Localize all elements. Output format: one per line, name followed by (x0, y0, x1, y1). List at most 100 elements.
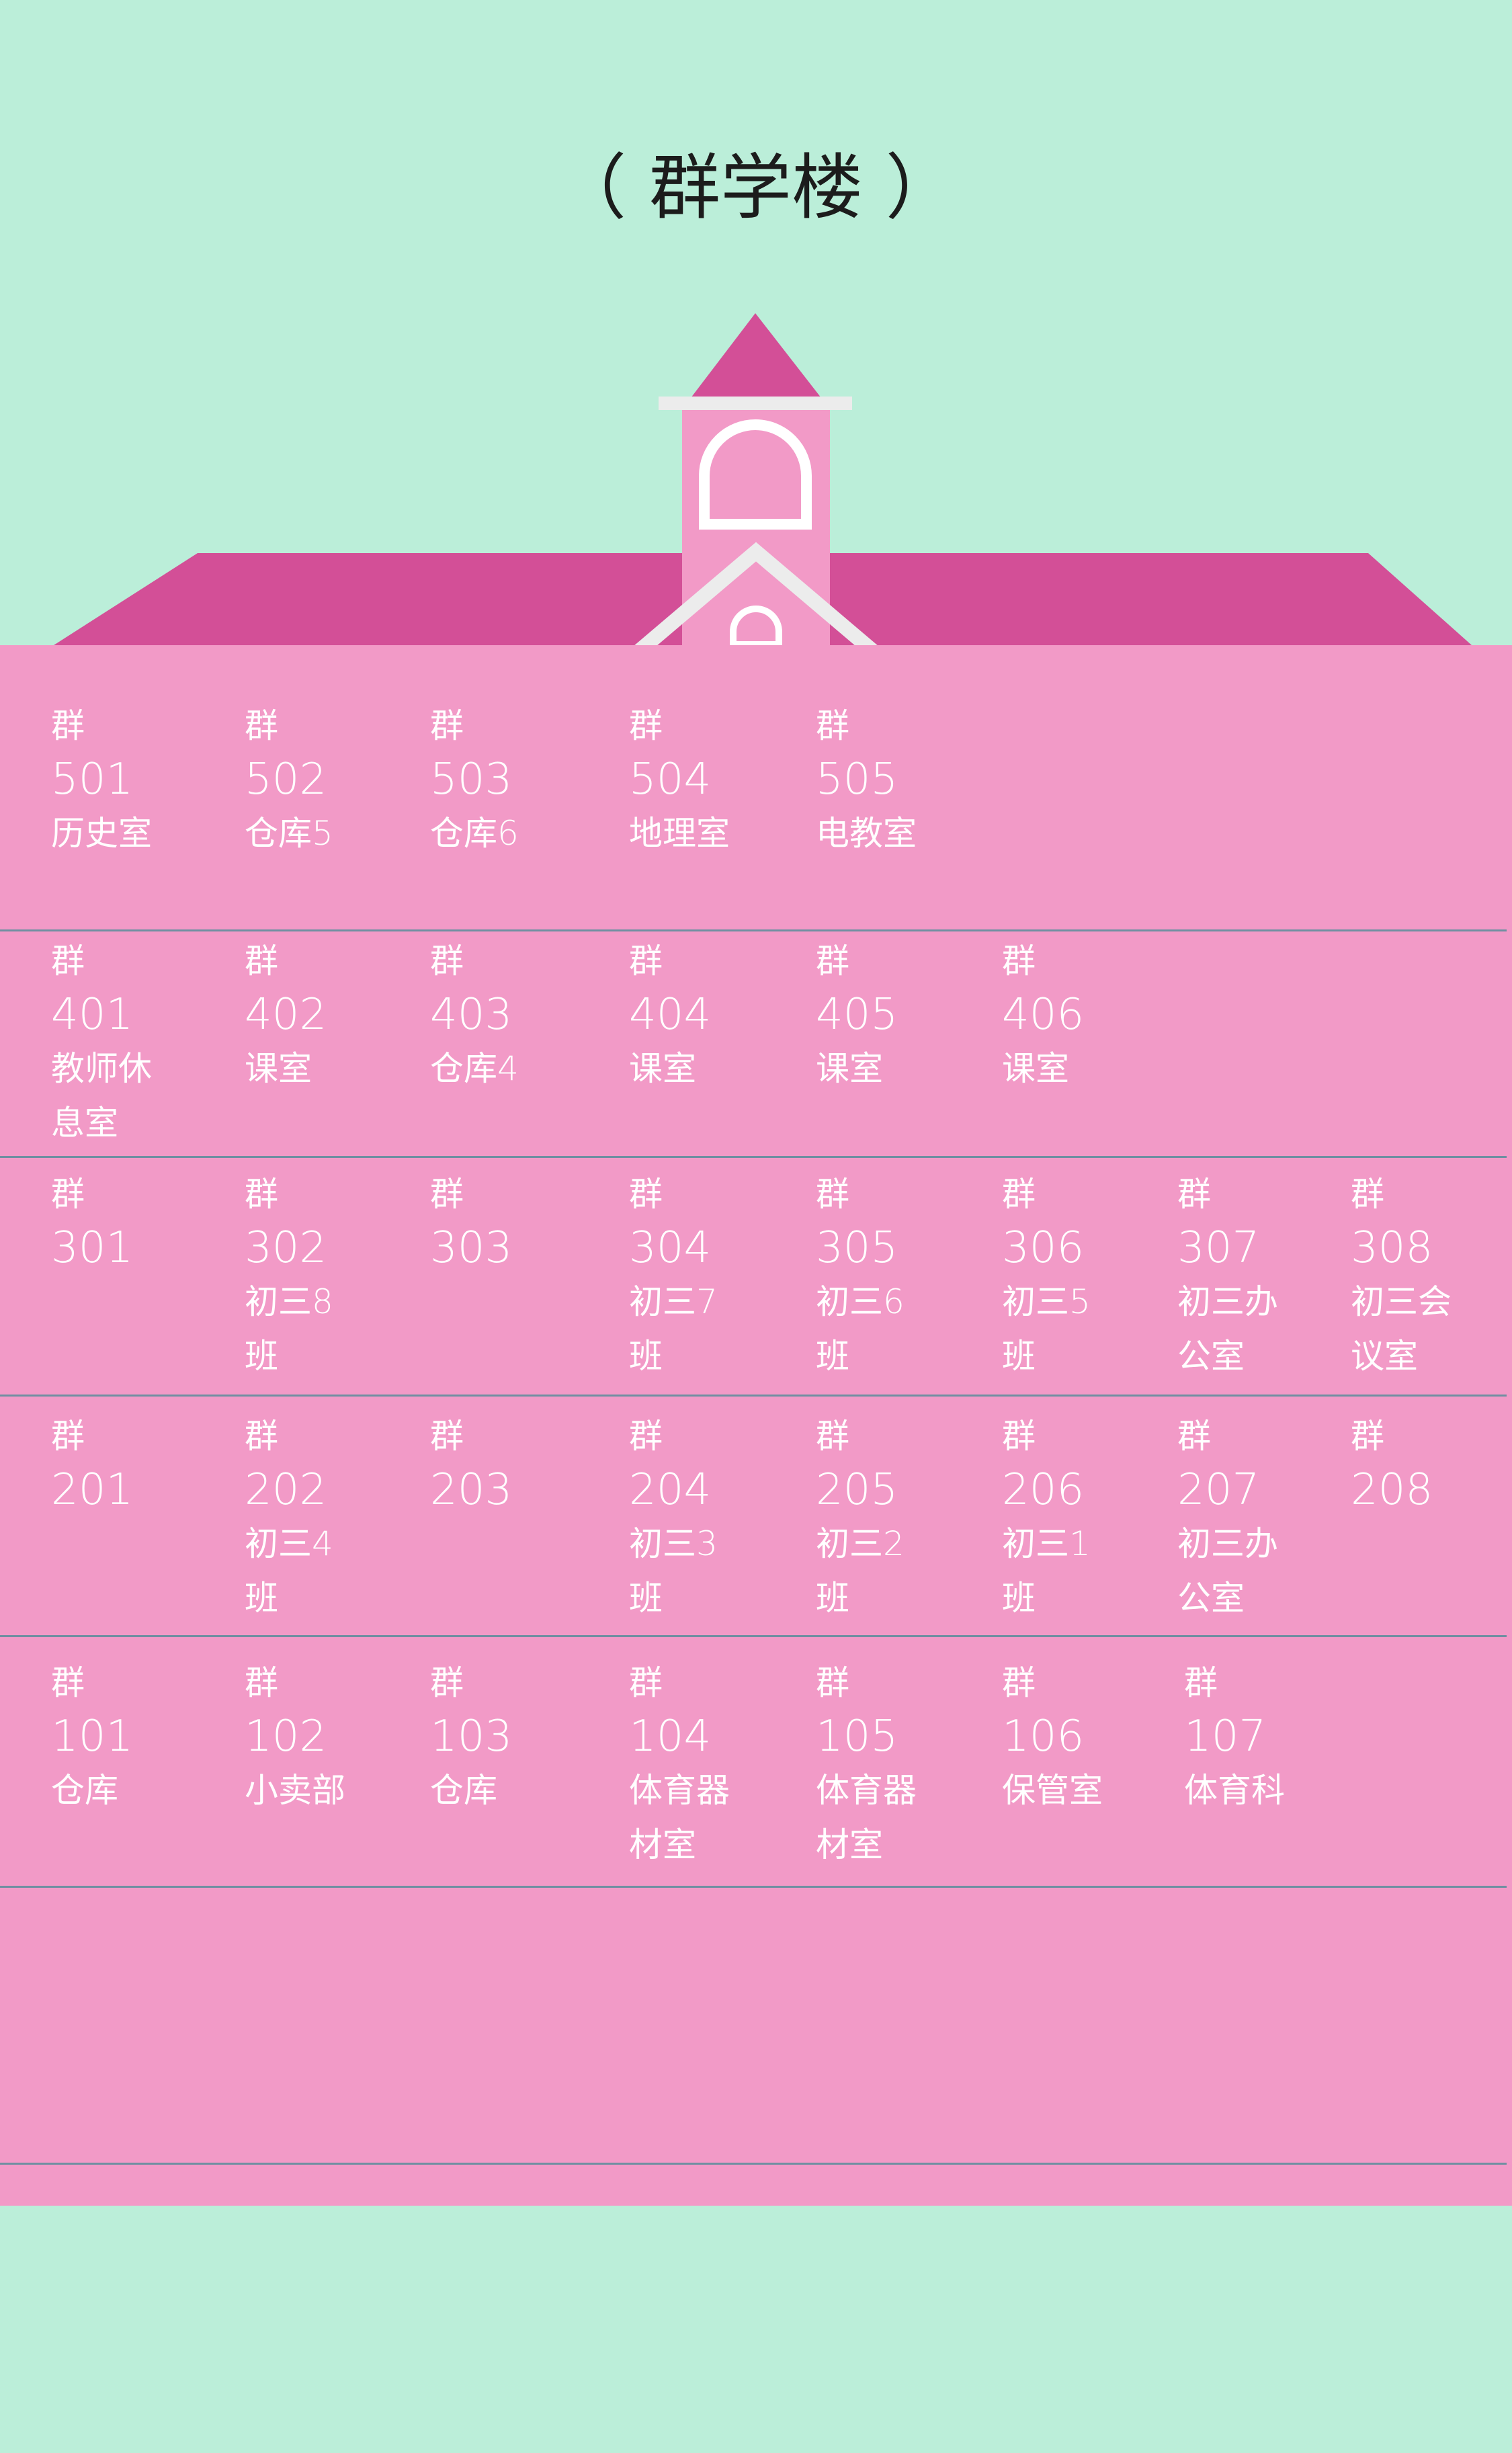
room-number: 105 (816, 1712, 898, 1761)
room-number: 202 (245, 1465, 327, 1515)
room-number: 405 (816, 990, 898, 1040)
room-number: 203 (430, 1465, 513, 1515)
room-building-prefix: 群 (1184, 1663, 1218, 1702)
room-103: 群 103 仓库 (430, 1656, 512, 1818)
room-purpose: 初三7 班 (629, 1282, 718, 1376)
tower-spire (691, 313, 821, 398)
floor-divider (0, 1395, 1507, 1397)
room-number: 306 (1002, 1223, 1085, 1273)
room-building-prefix: 群 (245, 942, 278, 981)
room-201: 群 201 (51, 1409, 133, 1517)
room-number: 504 (629, 755, 712, 804)
room-purpose: 仓库 (430, 1771, 497, 1810)
room-number: 107 (1184, 1712, 1267, 1761)
room-number: 505 (816, 755, 898, 804)
room-building-prefix: 群 (430, 942, 464, 981)
floor-divider (0, 2163, 1507, 2165)
room-purpose: 初三8 班 (245, 1282, 333, 1376)
gable-half-window (730, 606, 782, 648)
room-401: 群 401 教师休 息室 (51, 934, 152, 1151)
room-101: 群 101 仓库 (51, 1656, 133, 1818)
floor-divider (0, 1635, 1507, 1637)
room-building-prefix: 群 (816, 942, 849, 981)
room-204: 群 204 初三3 班 (629, 1409, 718, 1626)
room-building-prefix: 群 (816, 1663, 849, 1702)
room-402: 群 402 课室 (245, 934, 327, 1096)
room-building-prefix: 群 (629, 1663, 663, 1702)
room-building-prefix: 群 (1002, 1663, 1036, 1702)
room-104: 群 104 体育器 材室 (629, 1656, 730, 1872)
room-building-prefix: 群 (245, 706, 278, 745)
room-purpose: 小卖部 (245, 1771, 345, 1810)
room-purpose: 初三2 班 (816, 1524, 905, 1618)
room-building-prefix: 群 (1002, 942, 1036, 981)
room-purpose: 仓库 (51, 1771, 118, 1810)
floor-divider (0, 929, 1507, 931)
room-405: 群 405 课室 (816, 934, 898, 1096)
room-purpose: 体育器 材室 (629, 1771, 730, 1864)
room-305: 群 305 初三6 班 (816, 1167, 905, 1384)
room-301: 群 301 (51, 1167, 133, 1275)
room-purpose: 电教室 (816, 814, 917, 853)
room-building-prefix: 群 (629, 1175, 663, 1214)
room-building-prefix: 群 (1177, 1175, 1211, 1214)
room-building-prefix: 群 (816, 1417, 849, 1456)
room-206: 群 206 初三1 班 (1002, 1409, 1091, 1626)
room-building-prefix: 群 (629, 942, 663, 981)
room-purpose: 初三3 班 (629, 1524, 718, 1618)
room-building-prefix: 群 (51, 942, 85, 981)
room-503: 群 503 仓库6 (430, 699, 519, 861)
room-number: 102 (245, 1712, 327, 1761)
room-purpose: 教师休 息室 (51, 1049, 152, 1142)
room-number: 204 (629, 1465, 712, 1515)
room-building-prefix: 群 (51, 1417, 85, 1456)
building-body (0, 645, 1512, 2206)
room-building-prefix: 群 (430, 1663, 464, 1702)
room-number: 302 (245, 1223, 327, 1273)
floor-divider (0, 1156, 1507, 1158)
room-purpose: 课室 (1002, 1049, 1069, 1088)
room-building-prefix: 群 (1351, 1417, 1384, 1456)
room-number: 502 (245, 755, 327, 804)
room-107: 群 107 体育科 (1184, 1656, 1285, 1818)
room-building-prefix: 群 (51, 706, 85, 745)
room-purpose: 课室 (816, 1049, 883, 1088)
room-number: 401 (51, 990, 134, 1040)
room-302: 群 302 初三8 班 (245, 1167, 333, 1384)
room-102: 群 102 小卖部 (245, 1656, 345, 1818)
room-308: 群 308 初三会 议室 (1351, 1167, 1452, 1384)
floor-divider (0, 1886, 1507, 1888)
room-404: 群 404 课室 (629, 934, 711, 1096)
room-number: 208 (1351, 1465, 1433, 1515)
room-502: 群 502 仓库5 (245, 699, 333, 861)
room-building-prefix: 群 (816, 1175, 849, 1214)
room-number: 101 (51, 1712, 134, 1761)
room-purpose: 初三办 公室 (1177, 1282, 1278, 1376)
room-202: 群 202 初三4 班 (245, 1409, 333, 1626)
room-505: 群 505 电教室 (816, 699, 917, 861)
room-building-prefix: 群 (245, 1663, 278, 1702)
room-number: 501 (51, 755, 134, 804)
room-building-prefix: 群 (51, 1175, 85, 1214)
room-number: 304 (629, 1223, 712, 1273)
room-number: 404 (629, 990, 712, 1040)
room-building-prefix: 群 (1351, 1175, 1384, 1214)
room-304: 群 304 初三7 班 (629, 1167, 718, 1384)
room-purpose: 体育器 材室 (816, 1771, 917, 1864)
room-number: 205 (816, 1465, 898, 1515)
room-building-prefix: 群 (51, 1663, 85, 1702)
room-106: 群 106 保管室 (1002, 1656, 1103, 1818)
room-purpose: 初三5 班 (1002, 1282, 1091, 1376)
room-building-prefix: 群 (1002, 1417, 1036, 1456)
room-building-prefix: 群 (245, 1417, 278, 1456)
tower-eave (659, 397, 852, 410)
room-504: 群 504 地理室 (629, 699, 730, 861)
room-number: 303 (430, 1223, 513, 1273)
room-purpose: 仓库6 (430, 814, 519, 853)
room-303: 群 303 (430, 1167, 512, 1275)
room-406: 群 406 课室 (1002, 934, 1084, 1096)
room-purpose: 仓库5 (245, 814, 333, 853)
room-purpose: 初三6 班 (816, 1282, 905, 1376)
room-307: 群 307 初三办 公室 (1177, 1167, 1278, 1384)
room-purpose: 初三会 议室 (1351, 1282, 1452, 1376)
